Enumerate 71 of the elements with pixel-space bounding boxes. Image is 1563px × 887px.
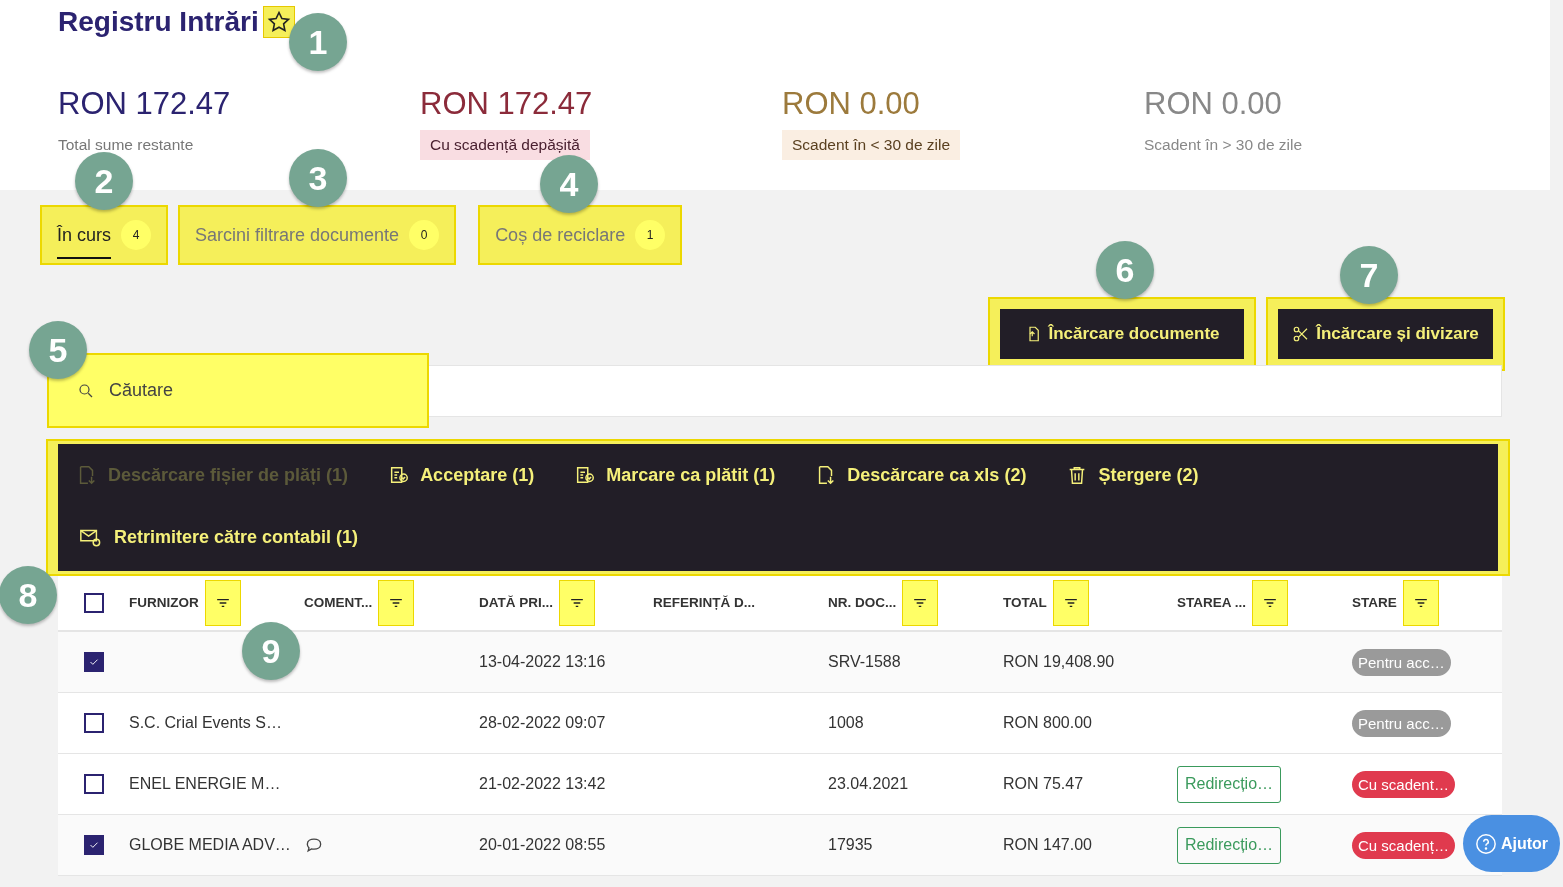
amount-label: Scadent în > 30 de zile	[1144, 135, 1303, 156]
checkbox[interactable]	[84, 774, 104, 794]
table-cell: 20-01-2022 08:55	[479, 836, 606, 853]
amount: RON 172.47	[58, 85, 231, 123]
amount-label: Scadent în < 30 de zile	[782, 130, 961, 160]
column-header: COMENT...	[304, 593, 373, 612]
help-icon	[1474, 832, 1497, 855]
amount: RON 0.00	[1144, 85, 1282, 123]
count-badge: 4	[121, 220, 152, 250]
column-header: DATĂ PRI...	[479, 593, 553, 612]
action-button[interactable]: Ștergere (2)	[1066, 444, 1199, 506]
action-button[interactable]: Retrimitere către contabil (1)	[76, 506, 359, 568]
checkbox[interactable]	[84, 652, 104, 672]
page-title: Registru Intrări	[58, 5, 259, 39]
column-header: NR. DOC...	[828, 593, 897, 612]
filter-button[interactable]	[204, 580, 241, 626]
table-cell: RON 75.47	[1003, 775, 1084, 792]
count-badge: 0	[409, 220, 440, 250]
checkbox[interactable]	[84, 835, 104, 855]
status-badge: Pentru acc…	[1352, 709, 1451, 737]
status-badge: Cu scadenț…	[1352, 831, 1455, 859]
table-cell: RON 19,408.90	[1003, 653, 1115, 670]
table-cell: SRV-1588	[828, 653, 901, 670]
search-icon	[77, 382, 95, 400]
filter-button[interactable]	[1402, 580, 1439, 626]
table-cell: 13-04-2022 13:16	[479, 653, 606, 670]
table-cell: 1008	[828, 714, 864, 731]
count-badge: 1	[635, 220, 666, 250]
favorite-star-button[interactable]	[262, 6, 295, 38]
column-header: FURNIZOR	[129, 593, 199, 612]
annotation-marker: 6	[1096, 241, 1154, 299]
forward-button[interactable]: Redirecțio…	[1177, 765, 1282, 803]
table-cell: RON 147.00	[1003, 836, 1092, 853]
table-cell: 17935	[828, 836, 873, 853]
table-cell: RON 800.00	[1003, 714, 1092, 731]
table-cell: 23.04.2021	[828, 775, 909, 792]
filter-button[interactable]	[559, 580, 595, 626]
table-cell: 21-02-2022 13:42	[479, 775, 606, 792]
upload-split-button[interactable]: Încărcare și divizare	[1278, 309, 1493, 359]
status-badge: Pentru acc…	[1352, 648, 1451, 676]
tab[interactable]: În curs 4	[40, 205, 169, 265]
tab[interactable]: Sarcini filtrare documente 0	[178, 205, 457, 265]
amount-label: Cu scadență depășită	[420, 130, 590, 160]
document-check-icon	[388, 464, 411, 486]
document-check-icon	[574, 464, 597, 486]
annotation-marker: 5	[29, 321, 87, 379]
filter-button[interactable]	[902, 580, 939, 626]
upload-button[interactable]: Încărcare documente	[1000, 309, 1244, 359]
table-cell: 28-02-2022 09:07	[479, 714, 606, 731]
annotation-marker: 8	[0, 566, 57, 624]
action-button[interactable]: Descărcare ca xls (2)	[815, 444, 1027, 506]
table-cell: S.C. Crial Events S…	[129, 714, 282, 731]
checkbox[interactable]	[84, 593, 104, 613]
filter-button[interactable]	[1052, 580, 1089, 626]
star-icon	[266, 10, 291, 34]
annotation-marker: 7	[1340, 246, 1398, 304]
column-header: TOTAL	[1003, 593, 1047, 612]
filter-button[interactable]	[378, 580, 415, 626]
tab[interactable]: Coș de reciclare 1	[478, 205, 683, 265]
column-header: STAREA ...	[1177, 593, 1246, 612]
status-badge: Cu scadent…	[1352, 770, 1455, 798]
filter-button[interactable]	[1252, 580, 1288, 626]
checkbox[interactable]	[84, 713, 104, 733]
amount: RON 172.47	[420, 85, 593, 123]
table-cell: ENEL ENERGIE M…	[129, 775, 281, 792]
column-header: REFERINȚĂ D...	[653, 593, 755, 612]
action-button[interactable]: Marcare ca plătit (1)	[574, 444, 776, 506]
amount: RON 0.00	[782, 85, 920, 123]
column-header: STARE	[1352, 593, 1397, 612]
action-button[interactable]: Acceptare (1)	[388, 444, 535, 506]
table-cell: GLOBE MEDIA ADV…	[129, 836, 291, 853]
